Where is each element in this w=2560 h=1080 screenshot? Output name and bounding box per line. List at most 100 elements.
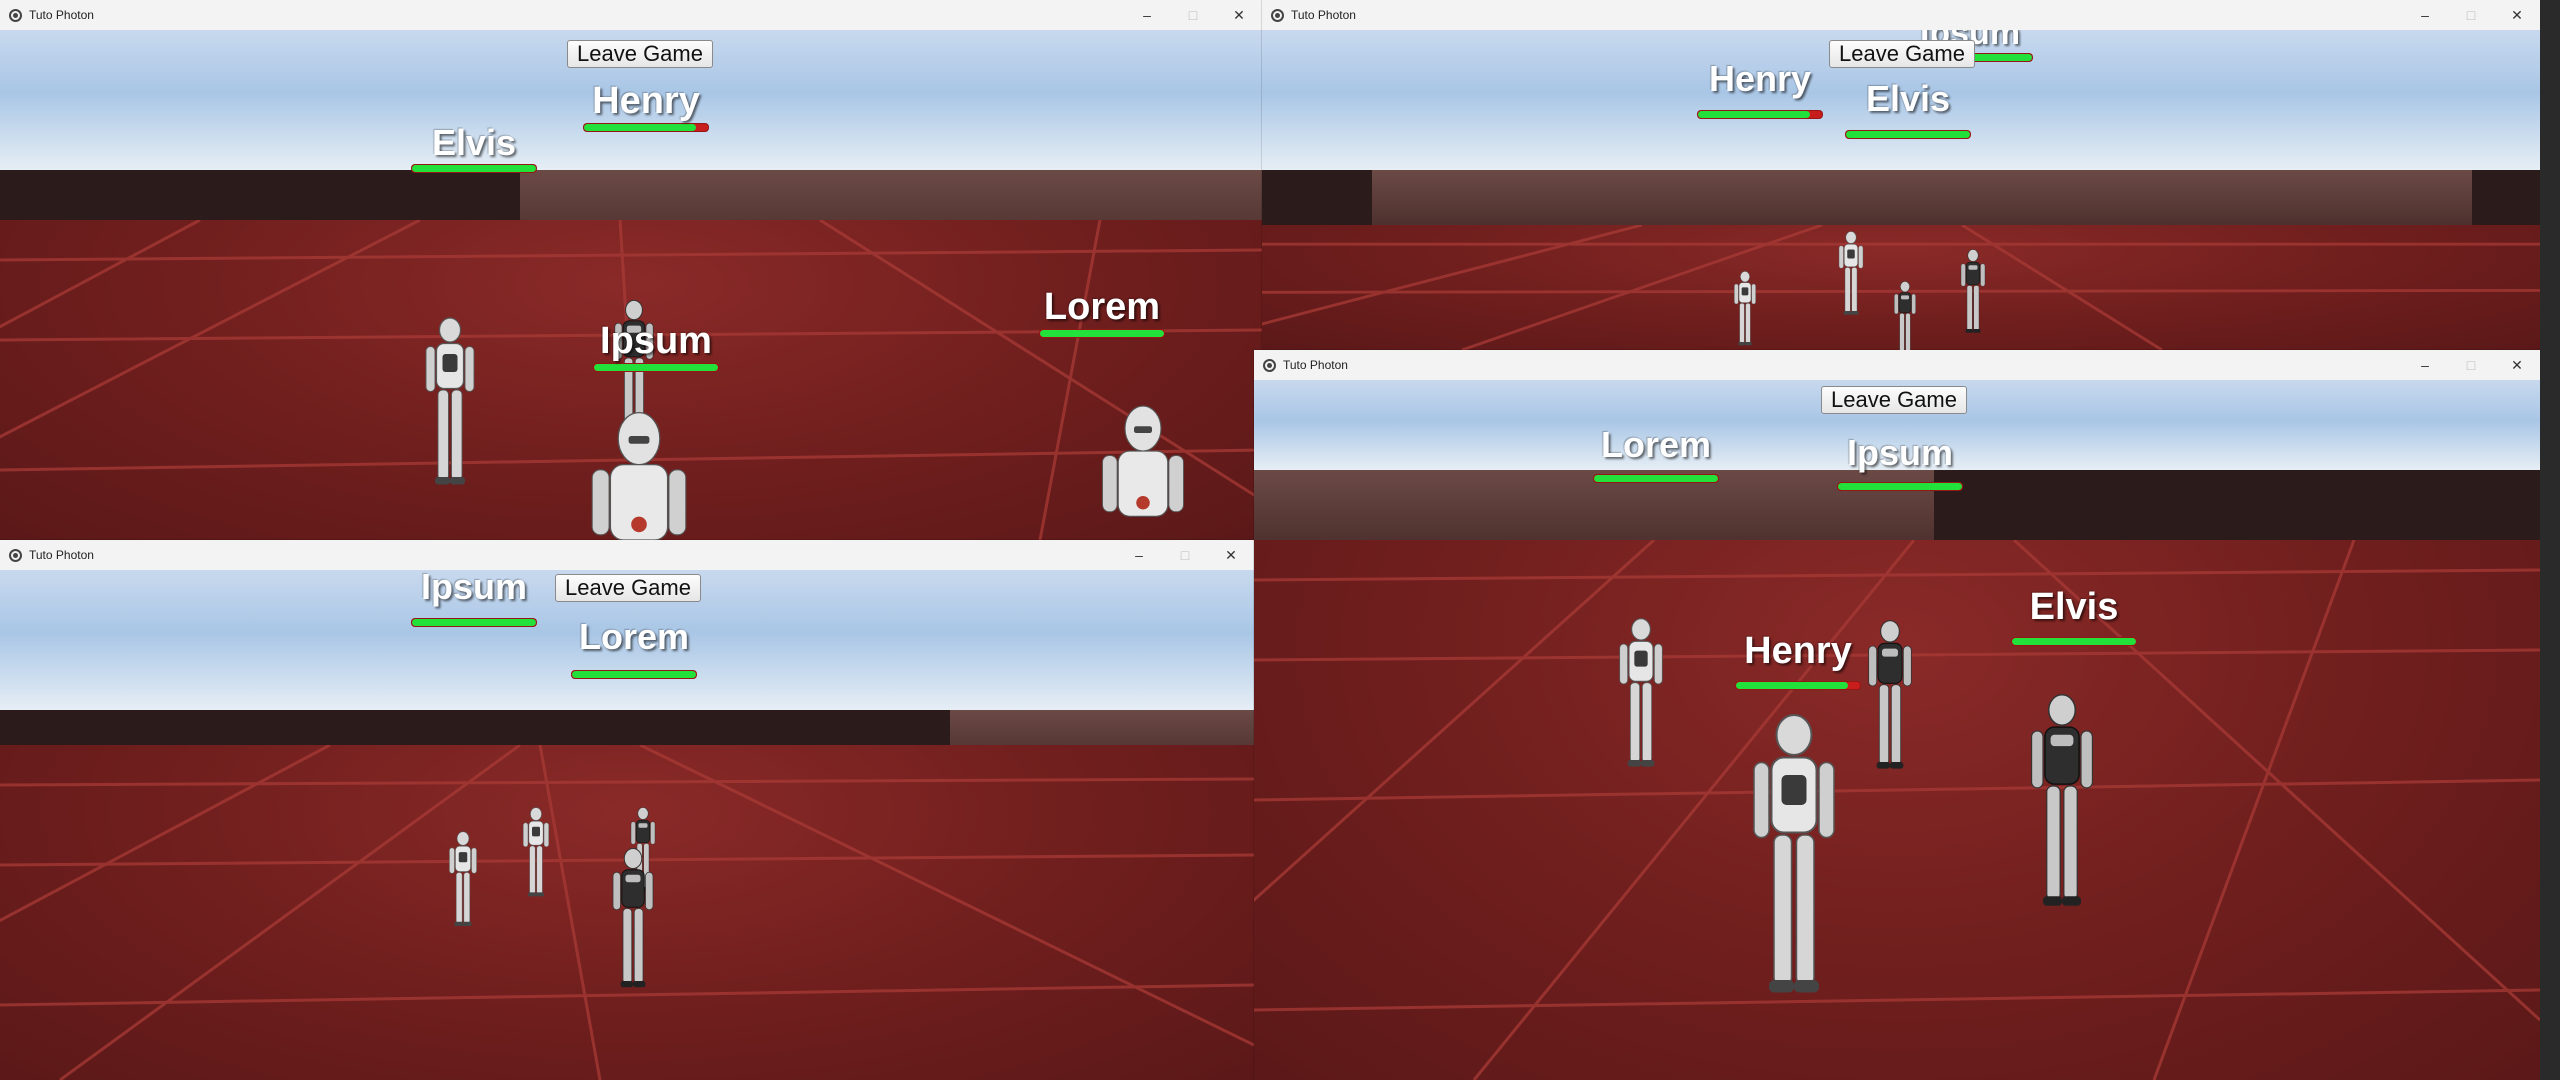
leave-game-button[interactable]: Leave Game (1821, 386, 1967, 414)
arena-wall-shadow (2472, 170, 2540, 230)
health-fill (572, 671, 696, 678)
health-fill (1838, 483, 1962, 490)
game-view[interactable]: Leave Game Lorem Ipsum Elvis Henry (1254, 380, 2540, 1080)
player-name: Ipsum (1846, 432, 1953, 473)
health-bar (411, 164, 537, 173)
robot-character (1728, 270, 1762, 350)
player-name: Elvis (2029, 586, 2119, 628)
player-nameplate: Henry (1735, 630, 1861, 690)
minimize-icon[interactable]: – (1116, 540, 1162, 570)
minimize-icon[interactable]: – (1124, 0, 1170, 30)
game-window-top-left: Tuto Photon – □ ✕ Leave Game Elvis Henry… (0, 0, 1262, 540)
robot-character (1886, 280, 1924, 350)
robot-character (606, 846, 660, 996)
window-title: Tuto Photon (1291, 8, 1356, 22)
game-view[interactable]: Leave Game Ipsum Lorem (0, 570, 1254, 1080)
robot-character (1734, 710, 1854, 1010)
health-fill (584, 124, 696, 131)
game-window-top-right: Tuto Photon – □ ✕ Leave Game Henry Elvis (1262, 0, 2540, 350)
close-icon[interactable]: ✕ (1216, 0, 1262, 30)
health-bar (1697, 110, 1823, 119)
title-bar[interactable]: Tuto Photon – □ ✕ (1254, 350, 2540, 381)
player-nameplate: Elvis (411, 122, 537, 173)
player-name: Lorem (578, 616, 690, 657)
health-bar (1039, 329, 1165, 338)
player-nameplate: Elvis (2011, 586, 2137, 646)
health-bar (1735, 681, 1861, 690)
player-name: Elvis (1865, 78, 1951, 119)
health-fill (1846, 131, 1970, 138)
player-nameplate: Lorem (1039, 286, 1165, 338)
player-name: Lorem (1600, 424, 1712, 465)
unity-icon (9, 548, 22, 562)
player-name: Henry (592, 80, 700, 122)
leave-game-button[interactable]: Leave Game (555, 574, 701, 602)
game-window-bottom-right: Tuto Photon – □ ✕ Leave Game Lorem Ipsum… (1254, 350, 2540, 1080)
close-icon[interactable]: ✕ (1208, 540, 1254, 570)
robot-character (1956, 248, 1990, 338)
health-fill (1040, 330, 1164, 337)
title-bar[interactable]: Tuto Photon – □ ✕ (1262, 0, 2540, 31)
background-window-edge (2540, 0, 2560, 1080)
robot-character (1098, 380, 1188, 540)
minimize-icon[interactable]: – (2402, 0, 2448, 30)
health-fill (1698, 111, 1810, 118)
player-nameplate: Lorem (571, 616, 697, 679)
health-fill (1736, 682, 1848, 689)
player-nameplate: Henry (1697, 58, 1823, 119)
health-fill (412, 619, 536, 626)
health-bar (1593, 474, 1719, 483)
health-bar (593, 363, 719, 372)
maximize-icon[interactable]: □ (1170, 0, 1216, 30)
robot-character (446, 826, 480, 936)
player-nameplate: Ipsum (593, 320, 719, 372)
health-bar (583, 123, 709, 132)
unity-icon (1271, 8, 1284, 22)
arena-wall-shadow (1934, 470, 2540, 550)
robot-character (584, 410, 694, 540)
window-title: Tuto Photon (29, 8, 94, 22)
health-fill (2012, 638, 2136, 645)
health-bar (571, 670, 697, 679)
player-nameplate: Elvis (1845, 78, 1971, 139)
health-fill (1594, 475, 1718, 482)
robot-character (2024, 680, 2100, 930)
health-bar (1837, 482, 1963, 491)
player-name: Henry (1744, 630, 1852, 672)
game-view[interactable]: Leave Game Ipsum Henry Elvis (1262, 30, 2540, 350)
arena-wall (1262, 170, 2540, 230)
maximize-icon[interactable]: □ (2448, 350, 2494, 380)
health-fill (594, 364, 718, 371)
health-fill (412, 165, 536, 172)
robot-character (520, 804, 552, 904)
health-bar (1845, 130, 1971, 139)
player-nameplate: Ipsum (1837, 432, 1963, 491)
player-name: Elvis (431, 122, 517, 163)
robot-character (1862, 618, 1918, 778)
minimize-icon[interactable]: – (2402, 350, 2448, 380)
game-window-bottom-left: Tuto Photon – □ ✕ Leave Game Ipsum Lorem (0, 540, 1254, 1080)
player-name: Henry (1708, 58, 1812, 99)
player-name: Ipsum (420, 570, 527, 607)
player-nameplate: Lorem (1593, 424, 1719, 483)
robot-character (1834, 230, 1868, 320)
leave-game-button[interactable]: Leave Game (567, 40, 713, 68)
game-view[interactable]: Leave Game Elvis Henry Ipsum Lorem (0, 30, 1262, 540)
robot-character (1610, 616, 1672, 776)
player-nameplate: Ipsum (411, 570, 537, 627)
title-bar[interactable]: Tuto Photon – □ ✕ (0, 540, 1254, 571)
maximize-icon[interactable]: □ (2448, 0, 2494, 30)
title-bar[interactable]: Tuto Photon – □ ✕ (0, 0, 1262, 31)
close-icon[interactable]: ✕ (2494, 0, 2540, 30)
desktop: Tuto Photon – □ ✕ Leave Game Elvis Henry… (0, 0, 2560, 1080)
player-name: Lorem (1043, 286, 1161, 328)
health-bar (411, 618, 537, 627)
arena-wall-shadow (1262, 170, 1372, 230)
health-bar (2011, 637, 2137, 646)
player-name: Ipsum (600, 320, 712, 362)
maximize-icon[interactable]: □ (1162, 540, 1208, 570)
close-icon[interactable]: ✕ (2494, 350, 2540, 380)
leave-game-button[interactable]: Leave Game (1829, 40, 1975, 68)
window-title: Tuto Photon (29, 548, 94, 562)
robot-character (420, 300, 480, 510)
